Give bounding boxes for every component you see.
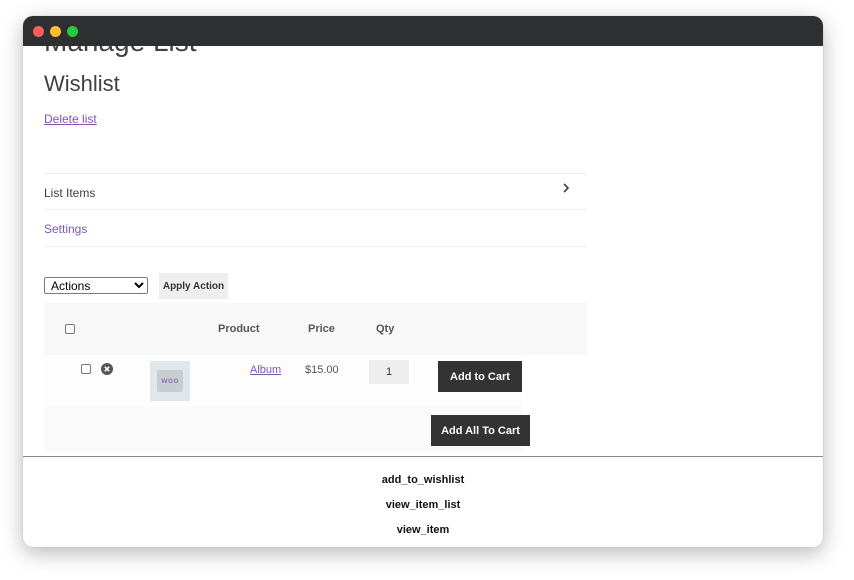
wishlist-title: Wishlist [44, 71, 120, 96]
product-thumbnail[interactable]: WOO [150, 361, 190, 401]
minimize-window-icon[interactable] [50, 26, 61, 37]
thumbnail-logo-text: WOO [161, 377, 179, 385]
product-price: $15.00 [305, 364, 339, 376]
event-item: view_item [396, 524, 450, 536]
tab-list-items-label: List Items [44, 186, 96, 200]
close-window-icon[interactable] [33, 26, 44, 37]
product-image-placeholder: WOO [157, 370, 183, 392]
maximize-window-icon[interactable] [67, 26, 78, 37]
table-row: WOO Album $15.00 Add to Cart [44, 355, 523, 407]
actions-select[interactable]: Actions [44, 277, 148, 294]
table-header: Product Price Qty [44, 303, 587, 355]
row-checkbox[interactable] [81, 364, 91, 374]
apply-action-button[interactable]: Apply Action [159, 273, 228, 299]
table-footer: Add All To Cart [44, 407, 530, 453]
tab-settings-label: Settings [44, 222, 88, 236]
product-link[interactable]: Album [250, 364, 281, 376]
delete-list-link[interactable]: Delete list [44, 112, 97, 126]
select-all-checkbox[interactable] [65, 324, 75, 334]
page-content: Manage List Wishlist Delete list List It… [23, 46, 823, 456]
col-qty: Qty [376, 323, 395, 335]
col-product: Product [218, 323, 260, 335]
remove-item-icon[interactable] [101, 363, 113, 375]
title-bar [23, 16, 823, 46]
add-all-to-cart-button[interactable]: Add All To Cart [431, 415, 530, 446]
add-to-cart-button[interactable]: Add to Cart [438, 361, 522, 392]
chevron-right-icon [563, 183, 570, 193]
browser-window: Manage List Wishlist Delete list List It… [23, 16, 823, 547]
tab-settings[interactable]: Settings [44, 209, 587, 247]
quantity-input[interactable] [369, 360, 409, 384]
page-title: Manage List [44, 46, 197, 58]
event-item: add_to_wishlist [381, 474, 465, 486]
col-price: Price [308, 323, 335, 335]
event-item: view_item_list [385, 499, 461, 511]
tab-list-items[interactable]: List Items [44, 173, 587, 210]
divider [23, 456, 823, 457]
